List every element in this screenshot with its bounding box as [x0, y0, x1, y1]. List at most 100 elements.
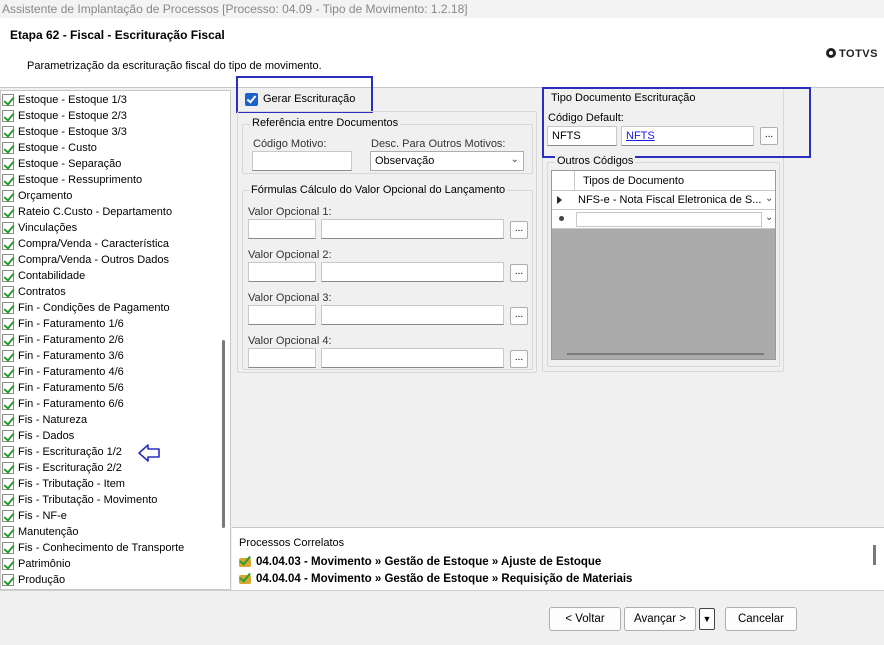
valor-opcional-4-lookup-button[interactable]: ...: [510, 350, 528, 368]
sidebar-item[interactable]: Fis - NF-e: [1, 508, 216, 524]
valor-opcional-2-code[interactable]: [248, 262, 316, 282]
sidebar-item-label: Vinculações: [18, 222, 78, 234]
codigo-default-label: Código Default:: [548, 112, 624, 124]
valor-opcional-3-code[interactable]: [248, 305, 316, 325]
step-complete-check-icon: [2, 126, 14, 138]
valor-opcional-1-lookup-button[interactable]: ...: [510, 221, 528, 239]
sidebar-item-label: Fis - Dados: [18, 430, 75, 442]
sidebar-item[interactable]: Estoque - Custo: [1, 140, 216, 156]
correlato-item[interactable]: 04.04.04 - Movimento » Gestão de Estoque…: [239, 572, 632, 585]
step-complete-check-icon: [2, 190, 14, 202]
sidebar-item-label: Fis - Escrituração 2/2: [18, 462, 122, 474]
correlato-label[interactable]: 04.04.03 - Movimento » Gestão de Estoque…: [256, 556, 601, 568]
valor-opcional-3-desc[interactable]: [321, 305, 504, 325]
sidebar-item[interactable]: Fin - Faturamento 2/6: [1, 332, 216, 348]
sidebar-item-label: Fis - Natureza: [18, 414, 88, 426]
sidebar-item-label: Orçamento: [18, 190, 73, 202]
sidebar-item[interactable]: Estoque - Estoque 1/3: [1, 92, 216, 108]
sidebar-item[interactable]: Fin - Faturamento 5/6: [1, 380, 216, 396]
correlato-item[interactable]: 04.04.03 - Movimento » Gestão de Estoque…: [239, 555, 601, 568]
step-complete-check-icon: [2, 110, 14, 122]
sidebar-item[interactable]: Fis - Conhecimento de Transporte: [1, 540, 216, 556]
sidebar-item-label: Fis - Conhecimento de Transporte: [18, 542, 185, 554]
valor-opcional-3-lookup-button[interactable]: ...: [510, 307, 528, 325]
sidebar-item[interactable]: Fis - Dados: [1, 428, 216, 444]
step-complete-check-icon: [2, 494, 14, 506]
correlatos-scrollbar[interactable]: [873, 545, 876, 565]
voltar-button[interactable]: < Voltar: [549, 607, 621, 631]
sidebar-item[interactable]: Patrimônio: [1, 556, 216, 572]
avancar-dropdown-button[interactable]: ▼: [699, 608, 715, 630]
sidebar-item-label: Fis - Escrituração 1/2: [18, 446, 122, 458]
sidebar-item[interactable]: Contabilidade: [1, 268, 216, 284]
sidebar-item[interactable]: Orçamento: [1, 188, 216, 204]
grid-hscrollbar[interactable]: [567, 353, 764, 355]
sidebar-scroll-thumb[interactable]: [222, 340, 225, 528]
valor-opcional-2-desc[interactable]: [321, 262, 504, 282]
sidebar-item[interactable]: Fin - Condições de Pagamento: [1, 300, 216, 316]
valor-opcional-1-desc[interactable]: [321, 219, 504, 239]
sidebar-item-label: Fis - NF-e: [18, 510, 67, 522]
valor-opcional-4-label: Valor Opcional 4:: [248, 335, 332, 347]
sidebar-item[interactable]: Compra/Venda - Característica: [1, 236, 216, 252]
avancar-button[interactable]: Avançar >: [624, 607, 696, 631]
sidebar-item[interactable]: Fin - Faturamento 3/6: [1, 348, 216, 364]
step-complete-check-icon: [2, 478, 14, 490]
sidebar-item-label: Fis - Tributação - Movimento: [18, 494, 158, 506]
correlato-label[interactable]: 04.04.04 - Movimento » Gestão de Estoque…: [256, 573, 632, 585]
grid-new-row-cell[interactable]: [576, 212, 762, 227]
codigo-motivo-input[interactable]: [252, 151, 352, 171]
referencia-title: Referência entre Documentos: [250, 117, 401, 129]
valor-opcional-4-desc[interactable]: [321, 348, 504, 368]
codigo-default-input[interactable]: NFTS: [547, 126, 617, 146]
chevron-down-icon[interactable]: ⌄: [765, 193, 773, 204]
valor-opcional-1-code[interactable]: [248, 219, 316, 239]
sidebar-item[interactable]: Compra/Venda - Outros Dados: [1, 252, 216, 268]
sidebar-item-label: Estoque - Separação: [18, 158, 122, 170]
codigo-default-lookup-button[interactable]: ...: [760, 127, 778, 145]
sidebar-item-label: Fin - Faturamento 3/6: [18, 350, 124, 362]
sidebar-item[interactable]: Estoque - Estoque 3/3: [1, 124, 216, 140]
grid-column-header[interactable]: Tipos de Documento: [583, 175, 684, 187]
sidebar-item[interactable]: Fin - Faturamento 6/6: [1, 396, 216, 412]
gerar-escrituracao-checkbox[interactable]: [245, 93, 258, 106]
logo-ring-icon: [826, 48, 836, 58]
sidebar-item[interactable]: Fis - Tributação - Item: [1, 476, 216, 492]
step-complete-check-icon: [2, 254, 14, 266]
sidebar-item[interactable]: Fin - Faturamento 1/6: [1, 316, 216, 332]
cancelar-button[interactable]: Cancelar: [725, 607, 797, 631]
sidebar-item[interactable]: Fis - Natureza: [1, 412, 216, 428]
sidebar-item[interactable]: Produção: [1, 572, 216, 588]
sidebar-item[interactable]: Fis - Tributação - Movimento: [1, 492, 216, 508]
sidebar-item-label: Fin - Faturamento 6/6: [18, 398, 124, 410]
annotation-arrow-icon: [138, 444, 160, 462]
step-complete-check-icon: [2, 142, 14, 154]
sidebar-item[interactable]: Fis - Escrituração 1/2: [1, 444, 216, 460]
sidebar-item[interactable]: Fin - Faturamento 4/6: [1, 364, 216, 380]
sidebar-item-label: Fis - Tributação - Item: [18, 478, 125, 490]
step-complete-check-icon: [2, 158, 14, 170]
desc-outros-select[interactable]: Observação ⌄: [370, 151, 524, 171]
valor-opcional-2-lookup-button[interactable]: ...: [510, 264, 528, 282]
sidebar-item[interactable]: Contratos: [1, 284, 216, 300]
step-title: Etapa 62 - Fiscal - Escrituração Fiscal: [10, 28, 225, 42]
step-complete-check-icon: [2, 334, 14, 346]
valor-opcional-2-label: Valor Opcional 2:: [248, 249, 332, 261]
outros-codigos-title: Outros Códigos: [555, 155, 636, 167]
desc-outros-label: Desc. Para Outros Motivos:: [371, 138, 506, 150]
sidebar-item-label: Fin - Faturamento 4/6: [18, 366, 124, 378]
sidebar-item[interactable]: Estoque - Ressuprimento: [1, 172, 216, 188]
sidebar-item[interactable]: Estoque - Separação: [1, 156, 216, 172]
sidebar-item[interactable]: Rateio C.Custo - Departamento: [1, 204, 216, 220]
sidebar-item[interactable]: Manutenção: [1, 524, 216, 540]
sidebar-item[interactable]: Vinculações: [1, 220, 216, 236]
grid-cell-tipo[interactable]: NFS-e - Nota Fiscal Eletronica de S...: [578, 194, 761, 206]
step-complete-check-icon: [2, 270, 14, 282]
codigo-default-link[interactable]: NFTS: [621, 126, 754, 146]
step-complete-check-icon: [2, 574, 14, 586]
chevron-down-icon[interactable]: ⌄: [765, 212, 773, 223]
step-description: Parametrização da escrituração fiscal do…: [27, 60, 322, 72]
valor-opcional-4-code[interactable]: [248, 348, 316, 368]
sidebar-item[interactable]: Estoque - Estoque 2/3: [1, 108, 216, 124]
sidebar-item[interactable]: Fis - Escrituração 2/2: [1, 460, 216, 476]
